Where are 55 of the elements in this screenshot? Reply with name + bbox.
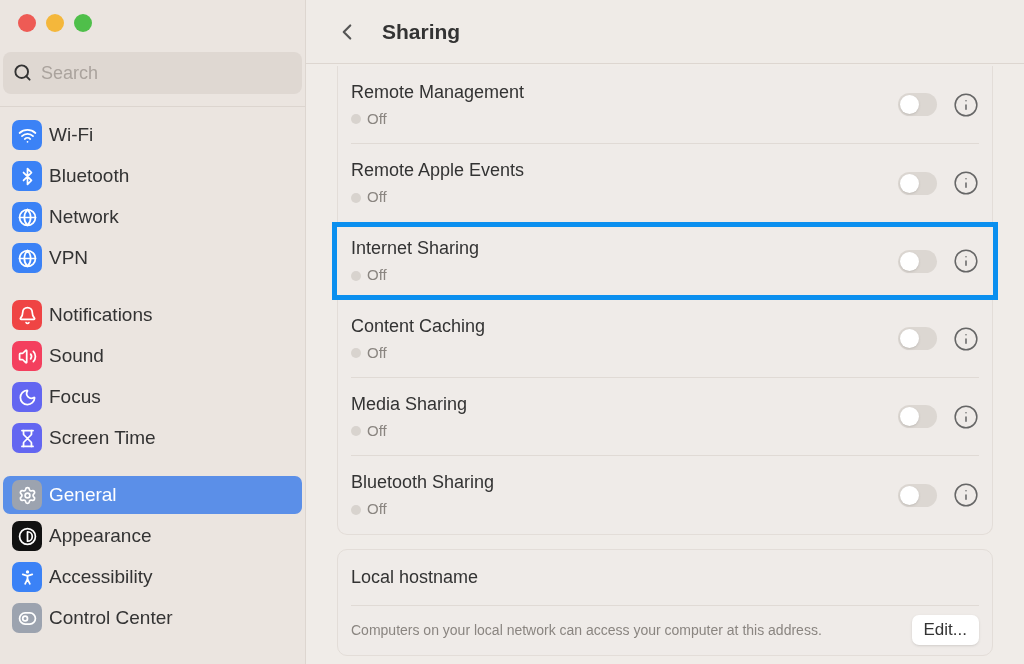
service-name: Remote Apple Events xyxy=(351,159,526,183)
edit-button[interactable]: Edit... xyxy=(911,615,979,645)
service-name: Remote Management xyxy=(351,80,526,104)
contrast-icon xyxy=(12,521,42,551)
sidebar-item[interactable]: Control Center xyxy=(3,599,302,637)
info-icon[interactable] xyxy=(953,325,979,352)
window-title: Sharing xyxy=(382,18,461,45)
info-icon[interactable] xyxy=(953,482,979,508)
service-name: Internet Sharing xyxy=(351,237,481,261)
sidebar-item[interactable]: VPN xyxy=(3,239,302,277)
toggle-switch[interactable] xyxy=(898,327,937,350)
minimize-window-icon[interactable] xyxy=(46,14,64,32)
status-text: Off xyxy=(367,420,387,441)
toggle-switch[interactable] xyxy=(898,405,937,428)
toggle-switch[interactable] xyxy=(898,249,937,273)
person-icon xyxy=(12,562,42,592)
sidebar-item[interactable]: Screen Time xyxy=(3,419,302,457)
wifi-icon xyxy=(12,120,42,150)
moon-icon xyxy=(12,382,42,412)
maximize-window-icon[interactable] xyxy=(74,14,92,32)
toggle-switch[interactable] xyxy=(898,483,937,507)
globe-icon xyxy=(12,202,42,232)
speaker-icon xyxy=(12,341,42,371)
service-name: Bluetooth Sharing xyxy=(351,471,496,495)
status-text: Off xyxy=(367,342,387,363)
sidebar-item[interactable]: Appearance xyxy=(3,517,302,555)
sidebar-item[interactable]: Network xyxy=(3,198,302,236)
sidebar-item[interactable]: Accessibility xyxy=(3,558,302,596)
section-title: Local hostname xyxy=(351,566,479,589)
sidebar-item[interactable]: Sound xyxy=(3,337,302,375)
toggle-icon xyxy=(12,603,42,633)
sidebar-item[interactable]: Wi-Fi xyxy=(3,116,302,154)
toggle-switch[interactable] xyxy=(898,93,937,116)
status-text: Off xyxy=(367,108,387,129)
info-icon[interactable] xyxy=(953,91,979,118)
service-name: Media Sharing xyxy=(351,392,469,416)
info-icon[interactable] xyxy=(953,170,979,196)
hourglass-icon xyxy=(12,423,42,453)
description-text: Computers on your local network can access your computer at this address. xyxy=(351,620,823,640)
toggle-switch[interactable] xyxy=(898,171,937,195)
status-text: Off xyxy=(367,187,387,208)
globe-icon xyxy=(12,243,42,273)
search-icon xyxy=(13,63,32,82)
gear-icon xyxy=(12,480,42,510)
info-icon[interactable] xyxy=(953,248,979,274)
sidebar-item[interactable]: Bluetooth xyxy=(3,157,302,195)
close-window-icon[interactable] xyxy=(18,14,36,32)
bluetooth-icon xyxy=(12,161,42,191)
status-text: Off xyxy=(367,499,387,520)
sidebar-item[interactable]: Notifications xyxy=(3,296,302,334)
status-text: Off xyxy=(367,265,387,286)
sidebar-item[interactable]: Focus xyxy=(3,378,302,416)
info-icon[interactable] xyxy=(953,403,979,430)
service-name: Content Caching xyxy=(351,314,487,338)
bell-icon xyxy=(12,300,42,330)
